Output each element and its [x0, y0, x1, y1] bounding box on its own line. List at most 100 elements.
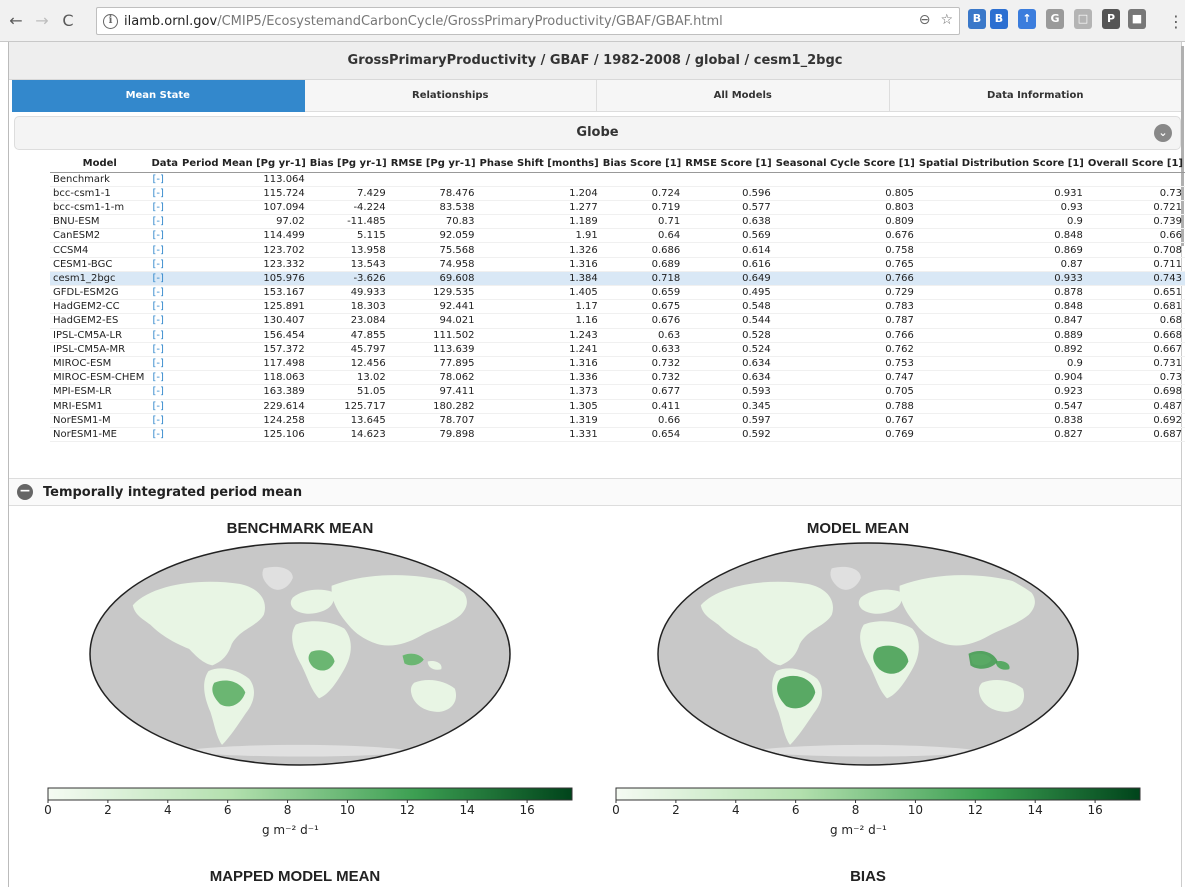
reload-icon[interactable]: C	[58, 11, 78, 30]
page-content: GrossPrimaryProductivity / GBAF / 1982-2…	[0, 42, 1185, 887]
column-header[interactable]: Data	[149, 156, 181, 173]
data-download-link[interactable]: [-]	[152, 188, 163, 199]
score-cell: 0.739	[1085, 214, 1185, 230]
data-download-link[interactable]: [-]	[152, 287, 163, 298]
address-bar[interactable]: i ilamb.ornl.gov/CMIP5/EcosystemandCarbo…	[96, 7, 960, 35]
table-row[interactable]: MIROC-ESM-CHEM [-] 118.063 13.02 78.062 1.336…	[50, 370, 1185, 386]
score-cell: 0.687	[1085, 427, 1185, 443]
score-cell: 0.528	[683, 328, 774, 343]
data-download-link[interactable]: [-]	[152, 429, 163, 440]
data-download-link[interactable]: [-]	[152, 401, 163, 412]
table-row[interactable]: IPSL-CM5A-LR [-] 156.454 47.855 111.502 1.243…	[50, 328, 1185, 343]
data-cell: [-]	[149, 384, 181, 400]
table-row[interactable]: NorESM1-ME [-] 125.106 14.623 79.898 1.331 0.6…	[50, 427, 1185, 443]
data-download-link[interactable]: [-]	[152, 202, 163, 213]
section-header[interactable]: Temporally integrated period mean	[9, 478, 1181, 506]
data-cell: [-]	[149, 242, 181, 258]
score-cell: 0.66	[600, 413, 684, 428]
data-download-link[interactable]: [-]	[152, 358, 163, 369]
extension-icon[interactable]: B	[990, 9, 1008, 29]
table-row[interactable]: CESM1-BGC [-] 123.332 13.543 74.958 1.316 0.68…	[50, 257, 1185, 272]
data-download-link[interactable]: [-]	[152, 330, 163, 341]
data-download-link[interactable]: [-]	[152, 386, 163, 397]
column-header[interactable]: Seasonal Cycle Score [1]	[773, 156, 917, 173]
table-row[interactable]: GFDL-ESM2G [-] 153.167 49.933 129.535 1.405 0.…	[50, 285, 1185, 301]
back-icon[interactable]: ←	[6, 11, 26, 30]
column-header[interactable]: Bias Score [1]	[600, 156, 684, 173]
score-cell: 92.059	[388, 228, 478, 244]
table-row[interactable]: CanESM2 [-] 114.499 5.115 92.059 1.91 0.64 0.56…	[50, 228, 1185, 244]
table-row[interactable]: bcc-csm1-1 [-] 115.724 7.429 78.476 1.204 0.72…	[50, 186, 1185, 201]
score-cell: 0.654	[600, 427, 684, 443]
data-download-link[interactable]: [-]	[152, 174, 163, 185]
score-cell: 0.93	[916, 200, 1086, 216]
table-row[interactable]: MIROC-ESM [-] 117.498 12.456 77.895 1.316 0.73…	[50, 356, 1185, 372]
data-download-link[interactable]: [-]	[152, 259, 163, 270]
table-row[interactable]: MRI-ESM1 [-] 229.614 125.717 180.282 1.305 0.4…	[50, 399, 1185, 414]
column-header[interactable]: Phase Shift [months]	[477, 156, 601, 173]
collapse-icon[interactable]: −	[17, 484, 33, 500]
score-cell: 125.891	[180, 299, 308, 315]
table-row[interactable]: MPI-ESM-LR [-] 163.389 51.05 97.411 1.373 0.67…	[50, 384, 1185, 400]
extension-icon[interactable]: G	[1046, 9, 1064, 29]
colorbar-tick-label: 14	[460, 803, 475, 816]
table-row[interactable]: BNU-ESM [-] 97.02 -11.485 70.83 1.189 0.71 0.63…	[50, 214, 1185, 230]
menu-icon[interactable]: ⋮	[1166, 12, 1185, 31]
data-download-link[interactable]: [-]	[152, 216, 163, 227]
column-header[interactable]: Overall Score [1]	[1085, 156, 1185, 173]
score-cell: 0.577	[683, 200, 774, 216]
score-cell: 69.608	[388, 271, 478, 287]
data-download-link[interactable]: [-]	[152, 301, 163, 312]
data-cell: [-]	[149, 200, 181, 216]
score-cell: 113.639	[388, 342, 478, 357]
zoom-icon[interactable]: ⊖	[919, 12, 931, 28]
table-row[interactable]: NorESM1-M [-] 124.258 13.645 78.707 1.319 0.66…	[50, 413, 1185, 428]
score-cell: 115.724	[180, 186, 308, 201]
table-row[interactable]: HadGEM2-ES [-] 130.407 23.084 94.021 1.16 0.67…	[50, 313, 1185, 329]
score-cell: 1.373	[477, 384, 601, 400]
tab-all-models[interactable]: All Models	[597, 80, 890, 112]
score-cell	[600, 172, 684, 187]
data-download-link[interactable]: [-]	[152, 415, 163, 426]
column-header[interactable]: RMSE Score [1]	[683, 156, 774, 173]
tab-data-information[interactable]: Data Information	[889, 80, 1181, 112]
column-header[interactable]: Period Mean [Pg yr-1]	[180, 156, 308, 173]
column-header[interactable]: Bias [Pg yr-1]	[307, 156, 389, 173]
data-download-link[interactable]: [-]	[152, 372, 163, 383]
score-cell: 153.167	[180, 285, 308, 301]
score-cell	[916, 172, 1086, 187]
tab-mean-state[interactable]: Mean State	[12, 80, 305, 112]
chevron-down-icon[interactable]: ⌄	[1154, 124, 1172, 142]
tab-relationships[interactable]: Relationships	[304, 80, 597, 112]
model-name: CCSM4	[50, 242, 150, 258]
table-row[interactable]: HadGEM2-CC [-] 125.891 18.303 92.441 1.17 0.67…	[50, 299, 1185, 315]
data-download-link[interactable]: [-]	[152, 273, 163, 284]
data-download-link[interactable]: [-]	[152, 344, 163, 355]
table-row[interactable]: cesm1_2bgc [-] 105.976 -3.626 69.608 1.384 0.7…	[50, 271, 1185, 287]
table-row[interactable]: CCSM4 [-] 123.702 13.958 75.568 1.326 0.686 0.6…	[50, 242, 1185, 258]
column-header[interactable]: Spatial Distribution Score [1]	[916, 156, 1086, 173]
table-row[interactable]: bcc-csm1-1-m [-] 107.094 -4.224 83.538 1.277 0…	[50, 200, 1185, 216]
score-cell: 78.062	[388, 370, 478, 386]
column-header[interactable]: RMSE [Pg yr-1]	[388, 156, 478, 173]
data-download-link[interactable]: [-]	[152, 245, 163, 256]
table-row[interactable]: IPSL-CM5A-MR [-] 157.372 45.797 113.639 1.241…	[50, 342, 1185, 357]
score-cell: 1.336	[477, 370, 601, 386]
forward-icon[interactable]: →	[32, 11, 52, 30]
score-cell: 107.094	[180, 200, 308, 216]
extension-icon[interactable]: ■	[1128, 9, 1146, 29]
region-selector[interactable]: Globe ⌄	[14, 116, 1181, 150]
extension-icon[interactable]: B	[968, 9, 986, 29]
column-header[interactable]: Model	[50, 156, 150, 173]
score-cell: 74.958	[388, 257, 478, 272]
extension-icon[interactable]: □	[1074, 9, 1092, 29]
score-cell: 0.66	[1085, 228, 1185, 244]
extension-icon[interactable]: ↑	[1018, 9, 1036, 29]
info-icon[interactable]: i	[103, 13, 118, 29]
table-row[interactable]: Benchmark [-] 113.064	[50, 172, 1185, 187]
score-cell: 0.63	[600, 328, 684, 343]
bookmark-star-icon[interactable]: ☆	[940, 12, 953, 28]
extension-icon[interactable]: P	[1102, 9, 1120, 29]
data-download-link[interactable]: [-]	[152, 230, 163, 241]
data-download-link[interactable]: [-]	[152, 315, 163, 326]
